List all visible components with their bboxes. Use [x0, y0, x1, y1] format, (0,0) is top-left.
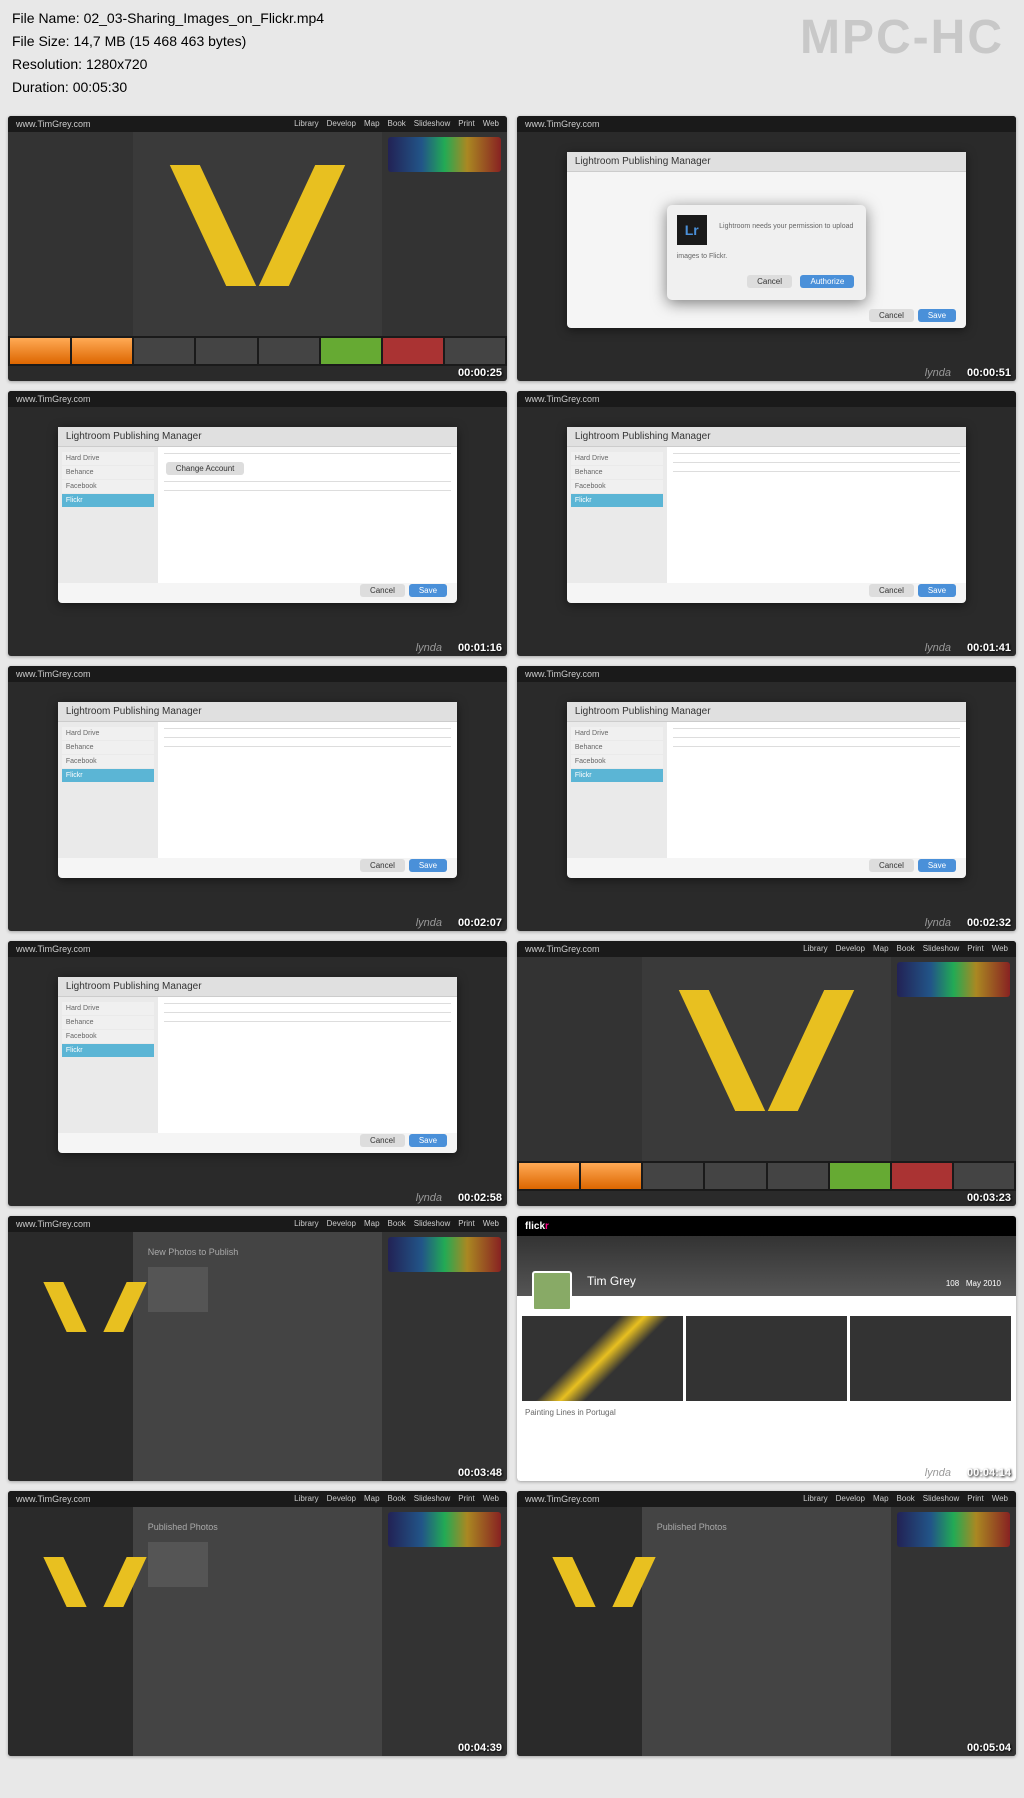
nav-menu: LibraryDevelopMapBookSlideshowPrintWeb [294, 119, 499, 129]
filesize-value: 14,7 MB (15 468 463 bytes) [73, 33, 246, 49]
filmstrip [8, 336, 507, 366]
mpc-watermark: MPC-HC [800, 10, 1004, 65]
filename-label: File Name: [12, 10, 80, 26]
thumbnail-6[interactable]: www.TimGrey.com Lightroom Publishing Man… [517, 666, 1016, 931]
lightroom-icon: Lr [677, 215, 707, 245]
thumbnail-7[interactable]: www.TimGrey.com Lightroom Publishing Man… [8, 941, 507, 1206]
thumbnail-9[interactable]: www.TimGrey.com LibraryDevelopMapBookSli… [8, 1216, 507, 1481]
duration-value: 00:05:30 [73, 79, 128, 95]
user-avatar[interactable] [532, 1271, 572, 1311]
resolution-label: Resolution: [12, 56, 82, 72]
cancel-button[interactable]: Cancel [747, 275, 792, 288]
auth-dialog: Lr Lightroom needs your permission to up… [667, 205, 867, 300]
published-thumb[interactable] [148, 1267, 208, 1312]
site-url: www.TimGrey.com [16, 119, 91, 129]
thumbnail-10[interactable]: flickr Tim Grey 108 May 2010 Painting Li… [517, 1216, 1016, 1481]
publishing-dialog: Lightroom Publishing Manager Lr Lightroo… [567, 152, 966, 328]
file-info-header: File Name: 02_03-Sharing_Images_on_Flick… [0, 0, 1024, 108]
thumbnail-5[interactable]: www.TimGrey.com Lightroom Publishing Man… [8, 666, 507, 931]
main-image [183, 165, 333, 286]
authorize-button[interactable]: Authorize [800, 275, 854, 288]
thumbnail-3[interactable]: www.TimGrey.com Lightroom Publishing Man… [8, 391, 507, 656]
thumbnail-12[interactable]: www.TimGrey.com LibraryDevelopMapBookSli… [517, 1491, 1016, 1756]
duration-label: Duration: [12, 79, 69, 95]
username: Tim Grey [587, 1274, 636, 1288]
flickr-service[interactable]: Flickr [62, 494, 154, 507]
filename-value: 02_03-Sharing_Images_on_Flickr.mp4 [84, 10, 324, 26]
flickr-logo: flickr [525, 1221, 549, 1232]
thumbnail-2[interactable]: www.TimGrey.com Lightroom Publishing Man… [517, 116, 1016, 381]
histogram [388, 137, 500, 172]
thumbnail-8[interactable]: www.TimGrey.com LibraryDevelopMapBookSli… [517, 941, 1016, 1206]
thumbnail-4[interactable]: www.TimGrey.com Lightroom Publishing Man… [517, 391, 1016, 656]
thumbnail-grid: www.TimGrey.com LibraryDevelopMapBookSli… [0, 108, 1024, 1764]
thumbnail-11[interactable]: www.TimGrey.com LibraryDevelopMapBookSli… [8, 1491, 507, 1756]
thumbnail-1[interactable]: www.TimGrey.com LibraryDevelopMapBookSli… [8, 116, 507, 381]
filesize-label: File Size: [12, 33, 70, 49]
resolution-value: 1280x720 [86, 56, 148, 72]
flickr-photo[interactable] [522, 1316, 683, 1401]
timestamp: 00:00:25 [458, 367, 502, 379]
